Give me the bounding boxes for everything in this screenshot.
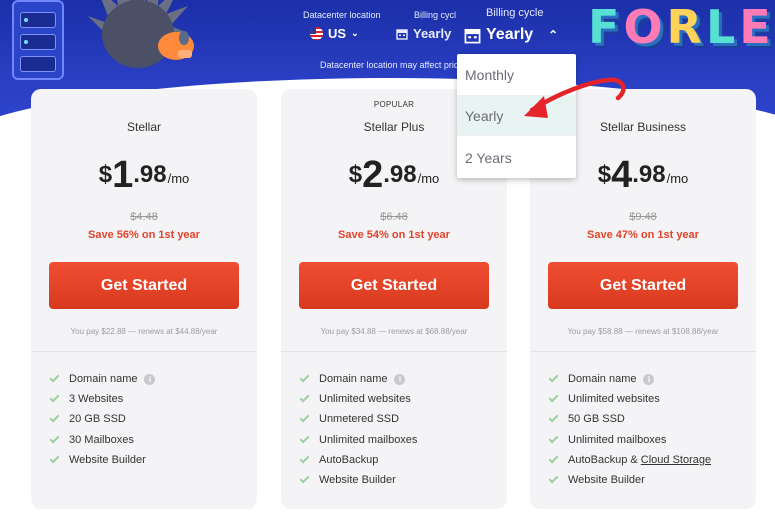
old-price: $4.48 xyxy=(130,211,158,223)
feature-item: 50 GB SSD xyxy=(548,409,711,429)
calendar-icon xyxy=(464,28,481,43)
info-icon[interactable]: i xyxy=(144,373,156,385)
datacenter-value: US xyxy=(328,26,347,41)
plan-name: Stellar xyxy=(126,120,161,134)
check-icon xyxy=(299,453,310,464)
check-icon xyxy=(548,392,559,403)
old-price: $9.48 xyxy=(629,211,657,223)
check-icon xyxy=(49,413,60,423)
calendar-icon xyxy=(396,28,408,40)
save-badge: Save 56% on 1st year xyxy=(88,229,200,241)
us-flag-icon xyxy=(310,27,323,40)
feature-list: Domain name i Unlimited websites 50 GB SS… xyxy=(548,369,711,490)
plan-price: $1.98/mo xyxy=(98,154,190,196)
hedgehog-mascot-illustration xyxy=(88,0,194,68)
datacenter-label: Datacenter location xyxy=(303,10,381,20)
save-badge: Save 47% on 1st year xyxy=(587,229,699,241)
check-icon xyxy=(548,372,559,383)
feature-item: Domain name i xyxy=(299,369,417,389)
check-icon xyxy=(548,413,559,423)
feature-item: Unlimited websites xyxy=(548,389,711,409)
check-icon xyxy=(548,473,559,484)
billing-cycle-value-small: Yearly xyxy=(413,26,452,41)
chevron-down-icon: ⌄ xyxy=(351,28,359,38)
feature-item: Domain name i xyxy=(49,369,156,389)
feature-item: 30 Mailboxes xyxy=(49,430,155,450)
feature-item: Domain name i xyxy=(548,369,711,389)
feature-list: Domain name i Unlimited websites Unmetere… xyxy=(299,369,417,490)
chevron-up-icon: ⌃ xyxy=(548,28,559,42)
billing-cycle-label: Billing cycle xyxy=(486,7,544,19)
get-started-button[interactable]: Get Started xyxy=(299,262,489,309)
datacenter-hint: Datacenter location may affect pric xyxy=(320,60,459,70)
get-started-button[interactable]: Get Started xyxy=(548,262,738,309)
feature-item: AutoBackup & Cloud Storage xyxy=(548,450,711,470)
feature-item: AutoBackup xyxy=(299,450,417,470)
check-icon xyxy=(548,453,559,464)
check-icon xyxy=(299,433,310,444)
check-icon xyxy=(299,473,310,484)
datacenter-select[interactable]: US ⌄ xyxy=(310,26,359,41)
check-icon xyxy=(548,433,559,444)
get-started-button[interactable]: Get Started xyxy=(49,262,239,309)
renewal-note: You pay $22.88 — renews at $44.88/year xyxy=(70,327,218,336)
feature-item: Unlimited mailboxes xyxy=(299,430,417,450)
billing-cycle-value: Yearly xyxy=(486,26,534,43)
feature-item: Unlimited mailboxes xyxy=(548,430,711,450)
billing-cycle-label-small: Billing cycl xyxy=(414,10,457,20)
check-icon xyxy=(299,413,310,423)
check-icon xyxy=(49,372,60,383)
billing-cycle-select[interactable]: Yearly ⌃ xyxy=(464,26,558,44)
server-illustration xyxy=(12,0,64,80)
feature-list: Domain name i 3 Websites 20 GB SSD 30 Mai… xyxy=(49,369,156,470)
billing-cycle-select-small[interactable]: Yearly xyxy=(396,26,451,41)
info-icon[interactable]: i xyxy=(394,373,406,385)
banner-letters: FORLES xyxy=(588,0,775,54)
old-price: $6.48 xyxy=(380,211,408,223)
check-icon xyxy=(49,433,60,444)
feature-item: Unmetered SSD xyxy=(299,409,417,429)
feature-item: Unlimited websites xyxy=(299,389,417,409)
divider xyxy=(530,351,756,352)
annotation-arrow-icon xyxy=(524,77,626,118)
feature-item: Website Builder xyxy=(49,450,155,470)
renewal-note: You pay $58.88 — renews at $108.88/year xyxy=(567,327,719,336)
feature-item: Website Builder xyxy=(548,470,711,490)
check-icon xyxy=(49,392,60,403)
feature-item: 20 GB SSD xyxy=(49,409,155,429)
plan-card-stellar: Stellar $1.98/mo $4.48 Save 56% on 1st y… xyxy=(31,89,257,509)
divider xyxy=(281,351,507,352)
check-icon xyxy=(299,392,310,403)
feature-item: Website Builder xyxy=(299,470,417,490)
check-icon xyxy=(299,372,310,383)
renewal-note: You pay $34.88 — renews at $68.88/year xyxy=(320,327,468,336)
save-badge: Save 54% on 1st year xyxy=(338,229,450,241)
info-icon[interactable]: i xyxy=(643,373,655,385)
feature-item: 3 Websites xyxy=(49,389,155,409)
cloud-storage-link[interactable]: Cloud Storage xyxy=(641,454,711,466)
dropdown-option-2-years[interactable]: 2 Years xyxy=(457,137,576,178)
check-icon xyxy=(49,453,60,464)
divider xyxy=(31,351,257,352)
